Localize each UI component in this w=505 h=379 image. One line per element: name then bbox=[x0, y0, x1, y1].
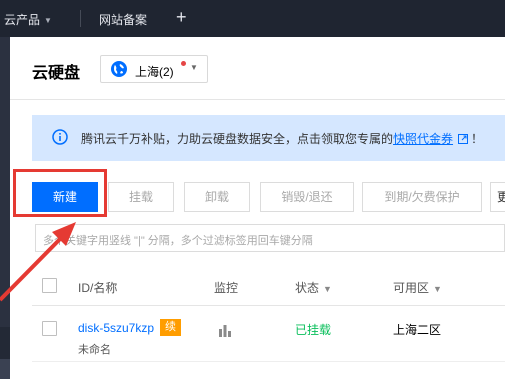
mount-button[interactable]: 挂载 bbox=[108, 182, 174, 212]
notice-text: 腾讯云千万补贴，力助云硬盘数据安全，点击领取您专属的 bbox=[81, 132, 394, 146]
sidebar bbox=[0, 37, 10, 379]
filter-icon[interactable]: ▼ bbox=[323, 284, 332, 294]
promo-notice: 腾讯云千万补贴，力助云硬盘数据安全，点击领取您专属的快照代金券 ！ bbox=[32, 115, 505, 161]
notice-suffix: ！ bbox=[471, 132, 484, 146]
bar-chart-icon[interactable] bbox=[218, 323, 232, 337]
filter-icon[interactable]: ▼ bbox=[433, 284, 442, 294]
voucher-link[interactable]: 快照代金券 bbox=[393, 132, 453, 146]
page-title: 云硬盘 bbox=[32, 65, 81, 82]
products-menu[interactable]: 云产品 ▼ bbox=[4, 11, 52, 28]
expiry-protection-button[interactable]: 到期/欠费保护 bbox=[362, 182, 482, 212]
chevron-down-icon: ▼ bbox=[44, 16, 52, 25]
renew-badge[interactable]: 续 bbox=[160, 319, 181, 336]
status-value: 已挂载 bbox=[295, 323, 332, 337]
column-monitor: 监控 bbox=[214, 281, 239, 295]
globe-icon bbox=[111, 61, 127, 77]
disk-name: 未命名 bbox=[78, 344, 111, 356]
sidebar-section bbox=[0, 37, 10, 327]
column-zone[interactable]: 可用区 ▼ bbox=[393, 279, 442, 296]
notification-dot bbox=[181, 61, 186, 66]
row-checkbox[interactable] bbox=[42, 321, 57, 336]
chevron-down-icon: ▼ bbox=[190, 63, 198, 72]
page-header: 云硬盘 上海(2) ▼ bbox=[10, 37, 505, 100]
column-status-label: 状态 bbox=[295, 281, 320, 295]
search-filter-input[interactable]: 多个关键字用竖线 "|" 分隔，多个过滤标签用回车键分隔 bbox=[35, 224, 505, 252]
search-placeholder: 多个关键字用竖线 "|" 分隔，多个过滤标签用回车键分隔 bbox=[43, 235, 313, 247]
column-id-name: ID/名称 bbox=[78, 281, 118, 295]
products-menu-label: 云产品 bbox=[4, 13, 41, 27]
column-zone-label: 可用区 bbox=[393, 281, 430, 295]
zone-value: 上海二区 bbox=[393, 323, 442, 337]
info-icon bbox=[52, 129, 68, 145]
table-row: disk-5szu7kzp 续 未命名 已挂载 上海二区 bbox=[32, 307, 505, 362]
region-label: 上海(2) bbox=[135, 65, 174, 79]
plus-icon[interactable]: + bbox=[176, 6, 187, 28]
column-status[interactable]: 状态 ▼ bbox=[295, 279, 332, 296]
sidebar-active-item[interactable] bbox=[0, 359, 10, 379]
select-all-checkbox[interactable] bbox=[42, 278, 57, 293]
top-nav-bar: 云产品 ▼ 网站备案 + bbox=[0, 0, 505, 37]
notice-text-line: 腾讯云千万补贴，力助云硬盘数据安全，点击领取您专属的快照代金券 ！ bbox=[81, 130, 483, 147]
unmount-button[interactable]: 卸载 bbox=[184, 182, 250, 212]
external-link-icon[interactable] bbox=[458, 134, 469, 144]
annotation-highlight-box bbox=[13, 169, 107, 217]
icp-filing-link[interactable]: 网站备案 bbox=[99, 11, 147, 28]
nav-divider bbox=[80, 10, 81, 27]
disk-id-link[interactable]: disk-5szu7kzp bbox=[78, 321, 154, 335]
more-button[interactable]: 更 bbox=[490, 182, 505, 212]
region-selector[interactable]: 上海(2) ▼ bbox=[100, 55, 208, 83]
destroy-return-button[interactable]: 销毁/退还 bbox=[260, 182, 354, 212]
table-header: ID/名称 监控 状态 ▼ 可用区 ▼ bbox=[32, 266, 505, 306]
